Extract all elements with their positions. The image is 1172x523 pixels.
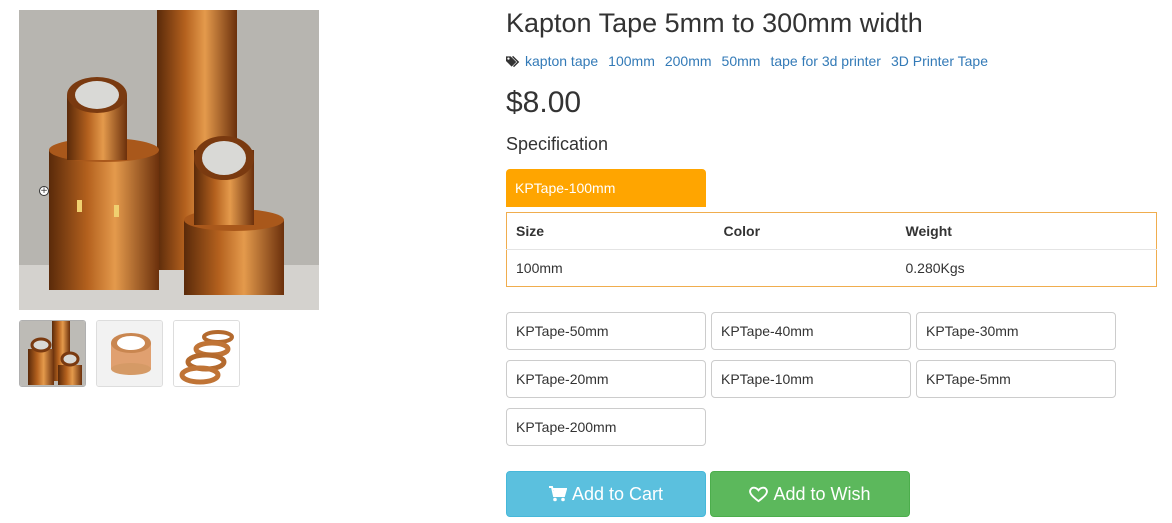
thumbnail-3[interactable]	[173, 320, 240, 387]
cell-size: 100mm	[516, 260, 563, 276]
spec-option-button[interactable]: KPTape-40mm	[711, 312, 911, 350]
shopping-cart-icon	[548, 486, 567, 502]
spec-option-button[interactable]: KPTape-5mm	[916, 360, 1116, 398]
tag-link[interactable]: 50mm	[722, 53, 761, 69]
zoom-in-icon[interactable]: +	[39, 186, 49, 196]
column-header-color: Color	[714, 212, 897, 250]
add-to-wish-label: Add to Wish	[773, 483, 871, 504]
spec-option-button[interactable]: KPTape-50mm	[506, 312, 706, 350]
spec-option-button[interactable]: KPTape-10mm	[711, 360, 911, 398]
spec-option-button[interactable]: KPTape-200mm	[506, 408, 706, 446]
add-to-cart-label: Add to Cart	[571, 483, 664, 504]
tags-icon	[506, 55, 520, 67]
column-header-weight: Weight	[896, 212, 1157, 250]
tag-link[interactable]: tape for 3d printer	[770, 53, 881, 69]
tag-link[interactable]: 3D Printer Tape	[891, 53, 988, 69]
add-to-wish-button[interactable]: Add to Wish	[710, 471, 910, 517]
product-title: Kapton Tape 5mm to 300mm width	[506, 8, 923, 38]
thumbnail-1[interactable]	[19, 320, 86, 387]
selected-spec-tab[interactable]: KPTape-100mm	[506, 169, 706, 207]
thumbnail-2[interactable]	[96, 320, 163, 387]
product-page: + Kapton Tape 5mm to 300mm width kapton …	[0, 0, 1172, 523]
thumbnail-strip	[19, 320, 240, 387]
heart-icon	[749, 486, 769, 502]
product-price: $8.00	[506, 86, 582, 119]
cell-color	[715, 250, 897, 287]
tag-link[interactable]: kapton tape	[525, 53, 598, 69]
table-row: 100mm 0.280Kgs	[507, 250, 1157, 287]
spec-option-button[interactable]: KPTape-30mm	[916, 312, 1116, 350]
add-to-cart-button[interactable]: Add to Cart	[506, 471, 706, 517]
spec-detail-table: Size Color Weight 100mm 0.280Kgs	[506, 212, 1157, 287]
cell-weight: 0.280Kgs	[905, 260, 965, 276]
kapton-tape-photo	[19, 10, 319, 310]
tag-list: kapton tape 100mm 200mm 50mm tape for 3d…	[506, 53, 998, 69]
main-product-image[interactable]: +	[19, 10, 319, 310]
table-header-row: Size Color Weight	[506, 212, 1157, 250]
column-header-size: Size	[506, 212, 715, 250]
specification-label: Specification	[506, 134, 609, 154]
spec-option-button[interactable]: KPTape-20mm	[506, 360, 706, 398]
tag-link[interactable]: 100mm	[608, 53, 655, 69]
tag-link[interactable]: 200mm	[665, 53, 712, 69]
